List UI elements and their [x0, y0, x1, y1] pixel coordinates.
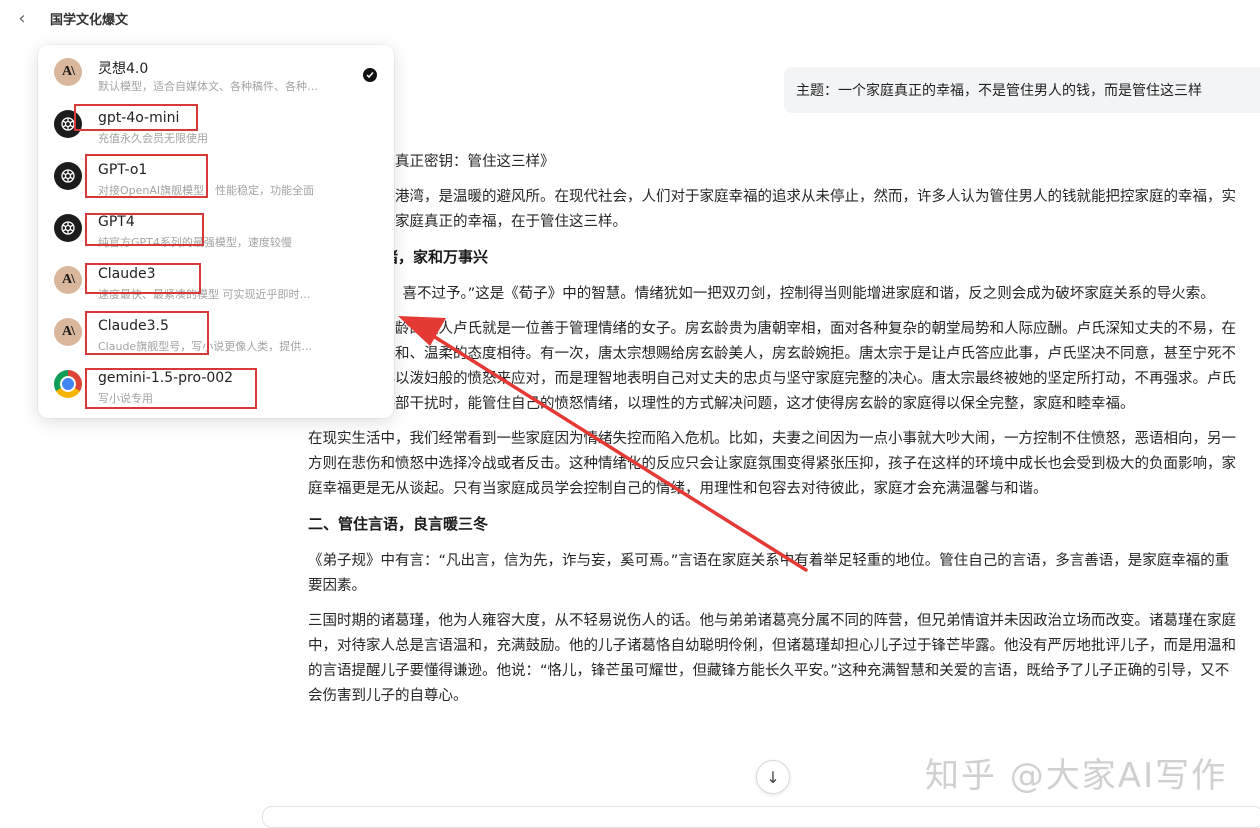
model-option-claude3-5[interactable]: A\ Claude3.5 Claude旗舰型号，写小说更像人类，提供…: [38, 305, 394, 357]
openai-icon: [54, 214, 82, 242]
model-option-gpt4[interactable]: GPT4 纯官方GPT4系列的最强模型，速度较慢: [38, 201, 394, 253]
page-title: 国学文化爆文: [50, 13, 129, 28]
openai-icon: [54, 162, 82, 190]
model-desc: 充值永久会员无限使用: [98, 132, 208, 145]
claude-icon: A\: [54, 318, 82, 346]
header: ‹ 国学文化爆文: [0, 0, 1260, 36]
chat-input[interactable]: [262, 806, 1260, 828]
model-name: Claude3.5: [98, 318, 169, 334]
model-desc: 速度最快、最紧凑的模型 可实现近乎即时…: [98, 288, 311, 301]
back-chevron-icon[interactable]: ‹: [12, 7, 32, 29]
model-desc: 写小说专用: [98, 392, 153, 405]
claude-icon: A\: [54, 266, 82, 294]
chrome-icon: [54, 370, 82, 398]
check-icon: [363, 68, 377, 82]
paragraph: 唐朝名相房玄龄的夫人卢氏就是一位善于管理情绪的女子。房玄龄贵为唐朝宰相，面对各种…: [308, 321, 1236, 412]
article-intro: 家庭是心灵的港湾，是温暖的避风所。在现代社会，人们对于家庭幸福的追求从未停止，然…: [308, 189, 1236, 230]
openai-icon: [54, 110, 82, 138]
model-option-gpt-o1[interactable]: GPT-o1 对接OpenAI旗舰模型，性能稳定，功能全面: [38, 149, 394, 201]
section-heading-1: 一、管住情绪，家和万事兴: [308, 248, 489, 266]
model-name: gpt-4o-mini: [98, 110, 180, 126]
model-name: GPT4: [98, 214, 135, 230]
paragraph: “喜怒不过夺，喜不过予。”这是《荀子》中的智慧。情绪犹如一把双刃剑，控制得当则能…: [308, 286, 1215, 302]
model-name: Claude3: [98, 266, 156, 282]
assistant-reply: 《家庭幸福的真正密钥：管住这三样》 家庭是心灵的港湾，是温暖的避风所。在现代社会…: [308, 150, 1240, 795]
watermark: 知乎 @大家AI写作: [925, 756, 1228, 796]
model-desc: 对接OpenAI旗舰模型，性能稳定，功能全面: [98, 184, 315, 197]
model-desc: 默认模型，适合自媒体文、各种稿件、各种…: [98, 80, 318, 93]
model-dropdown: A\ 灵想4.0 默认模型，适合自媒体文、各种稿件、各种… gpt-4o-min…: [38, 45, 394, 418]
model-name: 灵想4.0: [98, 61, 149, 77]
model-option-gpt-4o-mini[interactable]: gpt-4o-mini 充值永久会员无限使用: [38, 97, 394, 149]
section-heading-2: 二、管住言语，良言暖三冬: [308, 515, 489, 533]
model-name: gemini-1.5-pro-002: [98, 370, 234, 386]
model-desc: 纯官方GPT4系列的最强模型，速度较慢: [98, 236, 292, 249]
model-desc: Claude旗舰型号，写小说更像人类，提供…: [98, 340, 313, 353]
article-title: 《家庭幸福的真正密钥：管住这三样》: [308, 154, 555, 170]
scroll-down-button[interactable]: ↓: [756, 760, 790, 794]
claude-icon: A\: [54, 58, 82, 86]
arrow-down-icon: ↓: [766, 767, 780, 787]
model-option-claude3[interactable]: A\ Claude3 速度最快、最紧凑的模型 可实现近乎即时…: [38, 253, 394, 305]
paragraph: 《弟子规》中有言：“凡出言，信为先，诈与妄，奚可焉。”言语在家庭关系中有着举足轻…: [308, 553, 1230, 594]
paragraph: 在现实生活中，我们经常看到一些家庭因为情绪失控而陷入危机。比如，夫妻之间因为一点…: [308, 431, 1236, 497]
model-name: GPT-o1: [98, 162, 148, 178]
user-message-bubble: 主题：一个家庭真正的幸福，不是管住男人的钱，而是管住这三样: [784, 67, 1260, 113]
model-option-lingxiang[interactable]: A\ 灵想4.0 默认模型，适合自媒体文、各种稿件、各种…: [38, 45, 394, 97]
model-option-gemini[interactable]: gemini-1.5-pro-002 写小说专用: [38, 357, 394, 409]
paragraph: 三国时期的诸葛瑾，他为人雍容大度，从不轻易说伤人的话。他与弟弟诸葛亮分属不同的阵…: [308, 613, 1236, 704]
